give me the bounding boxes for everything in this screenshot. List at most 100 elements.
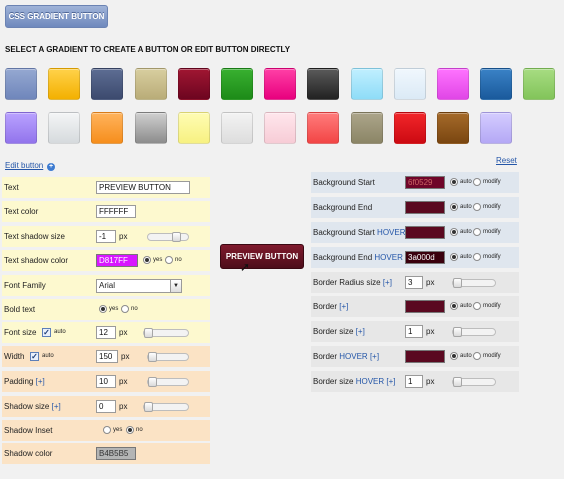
- bg-end-input[interactable]: [405, 201, 445, 214]
- text-input[interactable]: PREVIEW BUTTON: [96, 181, 190, 194]
- bg-start-hover-input[interactable]: [405, 226, 445, 239]
- modify-label: modify: [483, 254, 501, 260]
- gradient-swatch[interactable]: [91, 112, 123, 144]
- inset-yes-radio[interactable]: [103, 426, 111, 434]
- font-size-slider[interactable]: [143, 328, 189, 338]
- slider-handle[interactable]: [148, 352, 157, 362]
- bg-end-hover-modify-radio[interactable]: [473, 253, 481, 261]
- plus-circle-icon[interactable]: +: [47, 163, 55, 171]
- gradient-swatch[interactable]: [264, 112, 296, 144]
- preview-button[interactable]: PREVIEW BUTTON: [220, 244, 304, 269]
- border-modify-radio[interactable]: [473, 302, 481, 310]
- shadow-color-input[interactable]: B4B5B5: [96, 447, 136, 460]
- reset-link[interactable]: Reset: [496, 156, 517, 165]
- shadow-size-input[interactable]: 0: [96, 400, 116, 413]
- text-color-input[interactable]: FFFFFF: [96, 205, 136, 218]
- text-shadow-size-input[interactable]: -1: [96, 230, 116, 243]
- bg-start-auto-radio[interactable]: [450, 178, 458, 186]
- border-size-input[interactable]: 1: [405, 325, 423, 338]
- slider-handle[interactable]: [144, 328, 153, 338]
- gradient-swatch[interactable]: [178, 112, 210, 144]
- gradient-swatch[interactable]: [135, 112, 167, 144]
- border-color-input[interactable]: [405, 300, 445, 313]
- bg-end-auto-radio[interactable]: [450, 203, 458, 211]
- padding-input[interactable]: 10: [96, 375, 116, 388]
- gradient-swatch[interactable]: [437, 68, 469, 100]
- px-unit: px: [121, 352, 130, 361]
- slider-handle[interactable]: [144, 402, 153, 412]
- border-radius-slider[interactable]: [452, 278, 496, 288]
- width-auto-checkbox[interactable]: ✓: [30, 352, 39, 361]
- slider-handle[interactable]: [453, 278, 462, 288]
- gradient-swatch[interactable]: [264, 68, 296, 100]
- border-hover-plus-link[interactable]: [+]: [370, 352, 379, 361]
- px-unit: px: [426, 327, 435, 336]
- edit-button-link[interactable]: Edit button: [5, 161, 43, 170]
- gradient-swatch[interactable]: [307, 112, 339, 144]
- bold-no-radio[interactable]: [121, 305, 129, 313]
- border-hover-color-input[interactable]: [405, 350, 445, 363]
- padding-plus-link[interactable]: [+]: [36, 377, 45, 386]
- gradient-swatch[interactable]: [48, 68, 80, 100]
- font-size-input[interactable]: 12: [96, 326, 116, 339]
- gradient-swatch[interactable]: [221, 112, 253, 144]
- bg-end-hover-input[interactable]: 3a000d: [405, 251, 445, 264]
- slider-handle[interactable]: [453, 377, 462, 387]
- css-gradient-button[interactable]: CSS GRADIENT BUTTON: [5, 5, 108, 28]
- gradient-swatch[interactable]: [5, 112, 37, 144]
- width-input[interactable]: 150: [96, 350, 118, 363]
- border-size-hover-label-wrap: Border size HOVER [+]: [313, 377, 396, 386]
- border-radius-plus-link[interactable]: [+]: [383, 278, 392, 287]
- yes-label: yes: [109, 306, 119, 312]
- slider-handle[interactable]: [453, 327, 462, 337]
- gradient-swatch[interactable]: [307, 68, 339, 100]
- border-plus-link[interactable]: [+]: [339, 302, 348, 311]
- bg-end-hover-auto-radio[interactable]: [450, 253, 458, 261]
- border-size-hover-input[interactable]: 1: [405, 375, 423, 388]
- shadow-color-yes-radio[interactable]: [143, 256, 151, 264]
- gradient-swatch[interactable]: [394, 68, 426, 100]
- border-size-slider[interactable]: [452, 327, 496, 337]
- gradient-swatch[interactable]: [135, 68, 167, 100]
- shadow-color-label: Shadow color: [4, 449, 53, 458]
- bg-start-hover-modify-radio[interactable]: [473, 228, 481, 236]
- border-hover-modify-radio[interactable]: [473, 352, 481, 360]
- gradient-swatch[interactable]: [178, 68, 210, 100]
- gradient-swatch[interactable]: [523, 68, 555, 100]
- border-size-plus-link[interactable]: [+]: [356, 327, 365, 336]
- font-size-auto-checkbox[interactable]: ✓: [42, 328, 51, 337]
- chevron-down-icon[interactable]: ▼: [170, 279, 181, 292]
- border-hover-auto-radio[interactable]: [450, 352, 458, 360]
- gradient-swatch[interactable]: [5, 68, 37, 100]
- hover-tag: HOVER: [374, 253, 403, 262]
- font-family-select[interactable]: Arial ▼: [96, 278, 182, 293]
- gradient-swatch[interactable]: [480, 112, 512, 144]
- shadow-color-no-radio[interactable]: [165, 256, 173, 264]
- shadow-size-slider[interactable]: [143, 402, 189, 412]
- border-auto-radio[interactable]: [450, 302, 458, 310]
- padding-slider[interactable]: [147, 377, 189, 387]
- border-radius-input[interactable]: 3: [405, 276, 423, 289]
- text-shadow-color-input[interactable]: D817FF: [96, 254, 138, 267]
- gradient-swatch[interactable]: [437, 112, 469, 144]
- text-shadow-size-slider[interactable]: [147, 232, 189, 242]
- gradient-swatch[interactable]: [91, 68, 123, 100]
- gradient-swatch[interactable]: [221, 68, 253, 100]
- bg-start-input[interactable]: 6f0529: [405, 176, 445, 189]
- bg-start-modify-radio[interactable]: [473, 178, 481, 186]
- bg-start-hover-auto-radio[interactable]: [450, 228, 458, 236]
- gradient-swatch[interactable]: [351, 112, 383, 144]
- width-slider[interactable]: [147, 352, 189, 362]
- border-size-hover-plus-link[interactable]: [+]: [386, 377, 395, 386]
- bg-end-modify-radio[interactable]: [473, 203, 481, 211]
- border-size-hover-slider[interactable]: [452, 377, 496, 387]
- shadow-size-plus-link[interactable]: [+]: [52, 402, 61, 411]
- gradient-swatch[interactable]: [48, 112, 80, 144]
- gradient-swatch[interactable]: [480, 68, 512, 100]
- slider-handle[interactable]: [172, 232, 181, 242]
- gradient-swatch[interactable]: [351, 68, 383, 100]
- slider-handle[interactable]: [148, 377, 157, 387]
- inset-no-radio[interactable]: [126, 426, 134, 434]
- gradient-swatch[interactable]: [394, 112, 426, 144]
- bold-yes-radio[interactable]: [99, 305, 107, 313]
